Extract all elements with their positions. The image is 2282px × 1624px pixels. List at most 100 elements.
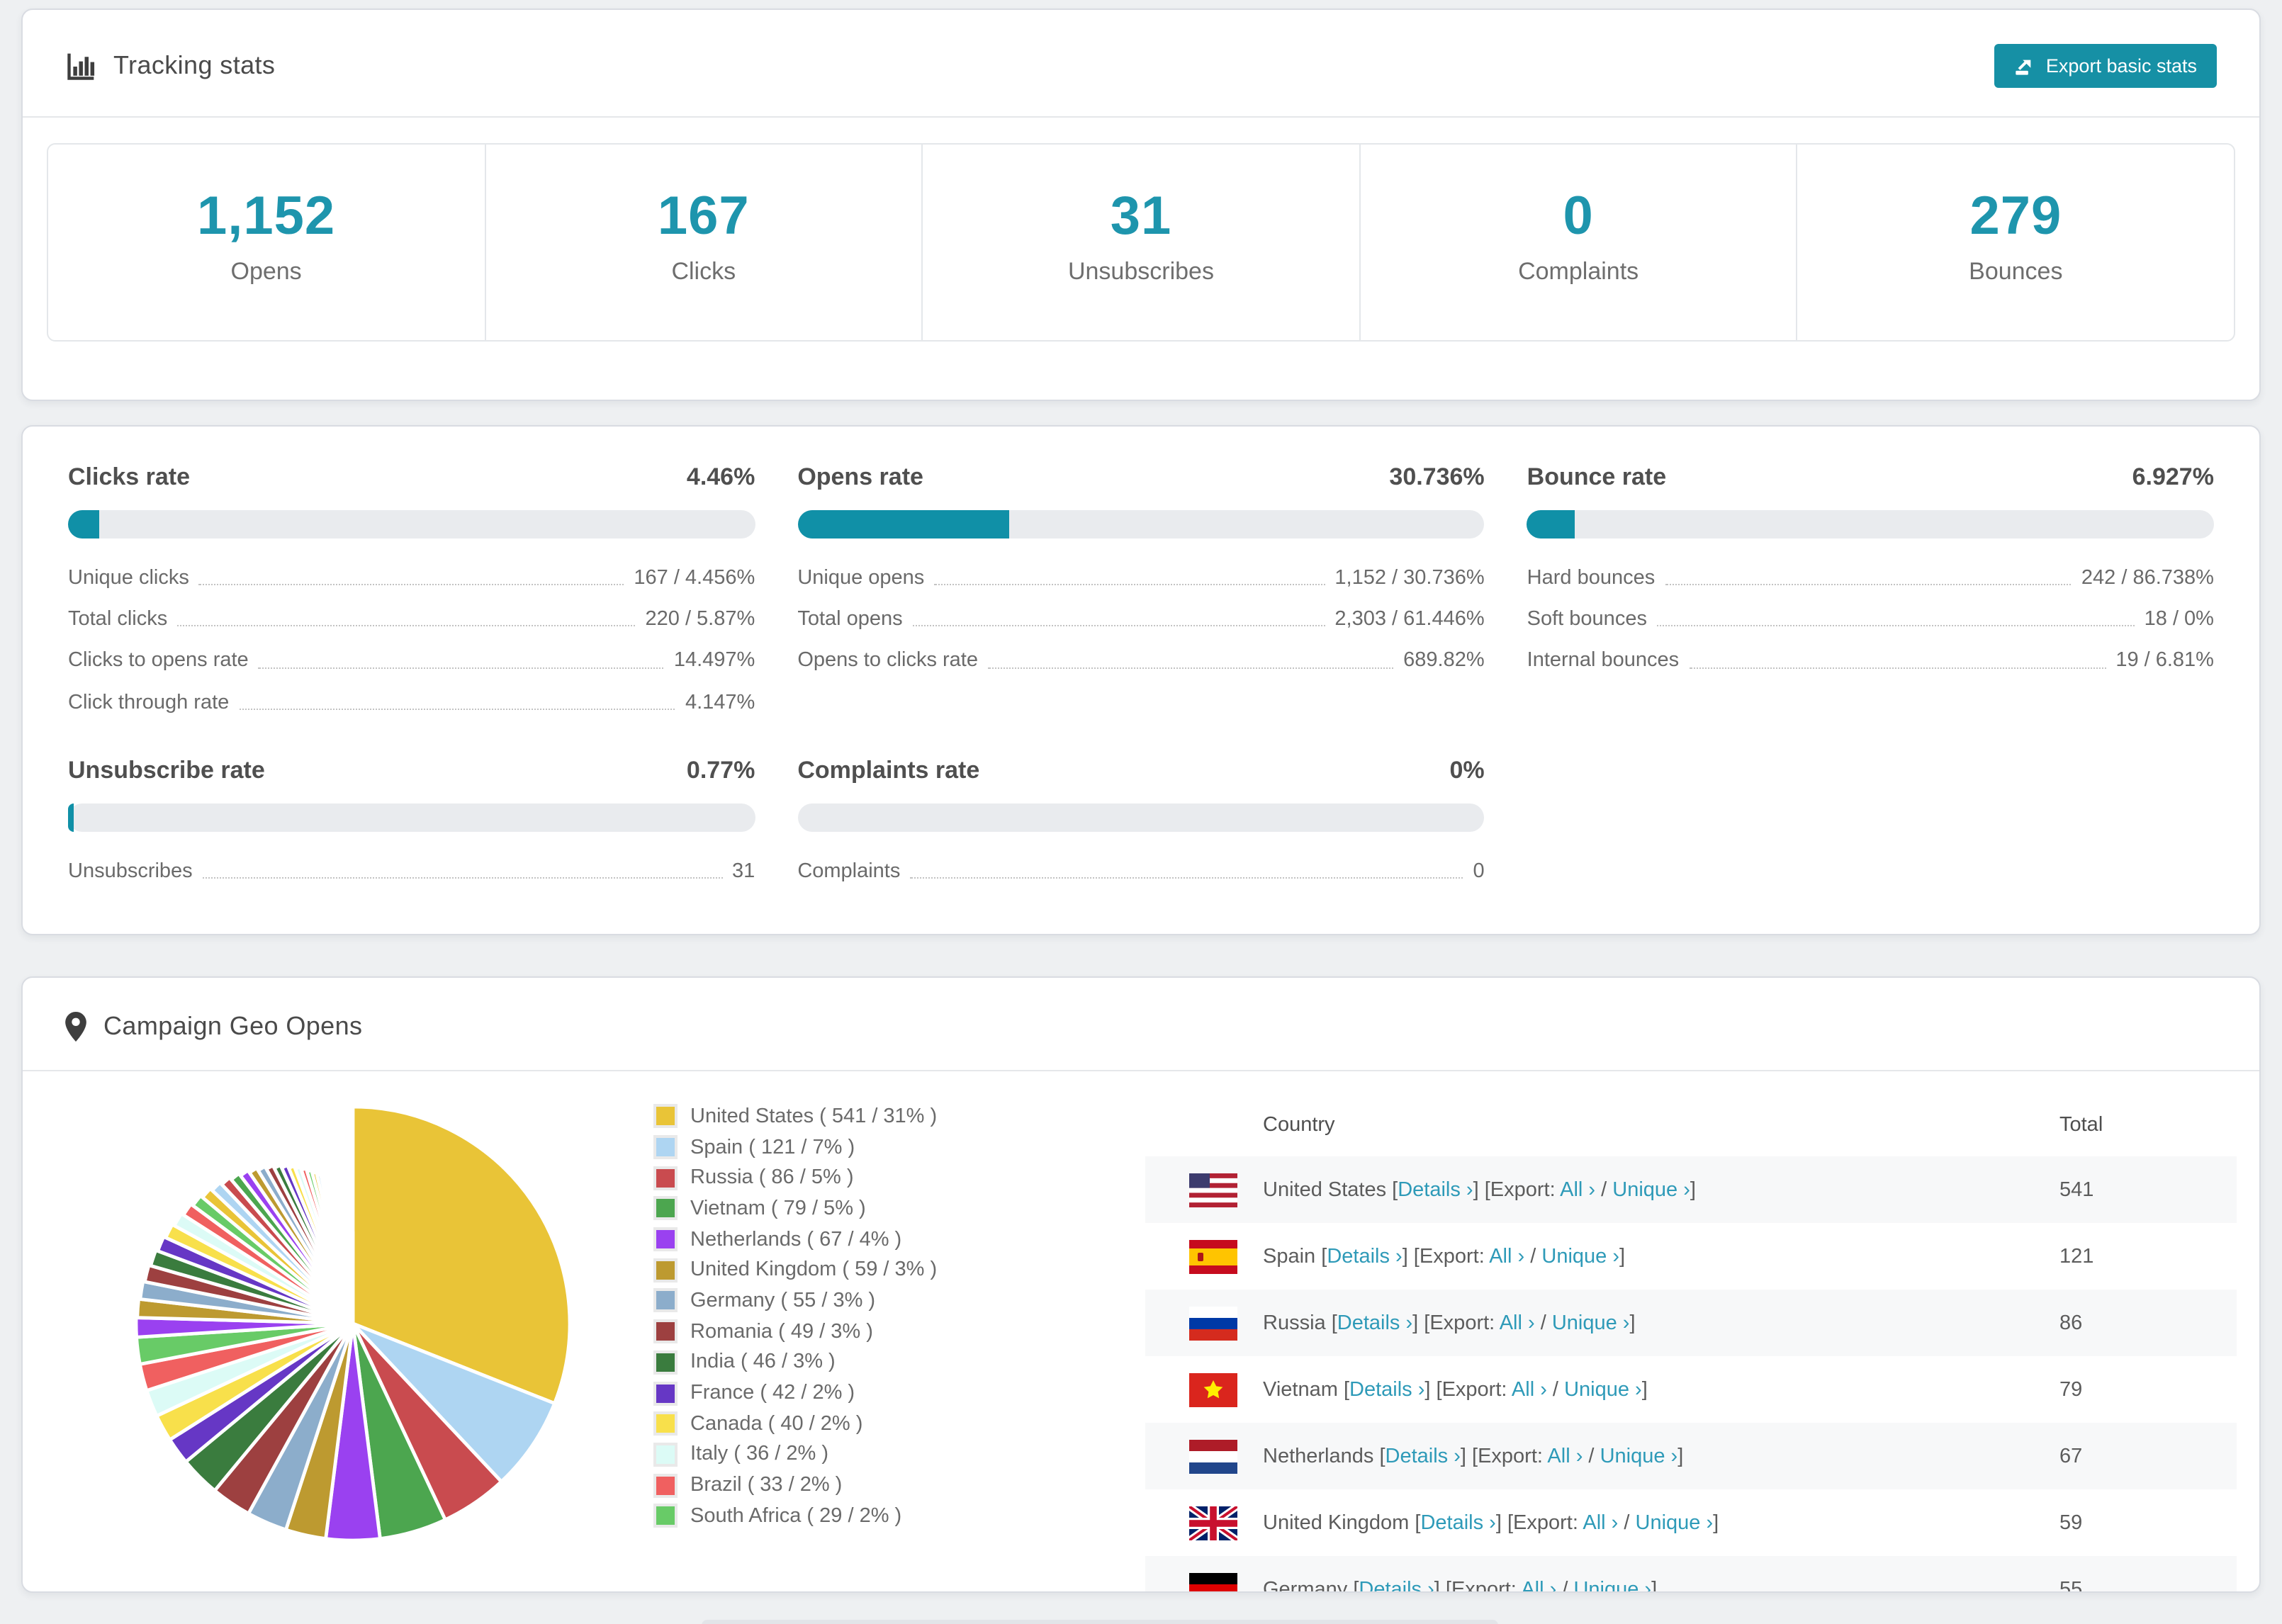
legend-item[interactable]: Netherlands ( 67 / 4% ) [656,1224,937,1255]
legend-item[interactable]: United States ( 541 / 31% ) [656,1101,937,1132]
rate-row-label: Internal bounces [1527,649,1680,672]
progress-bar-fill [797,510,1009,538]
export-all-link[interactable]: All › [1489,1245,1524,1268]
export-unique-link[interactable]: Unique › [1600,1445,1678,1467]
pie-slice[interactable] [351,1231,355,1324]
total-cell: 121 [2059,1245,2094,1268]
legend-label: France ( 42 / 2% ) [690,1382,855,1405]
bracket: ] [1641,1378,1648,1401]
export-icon [2015,56,2035,76]
export-unique-link[interactable]: Unique › [1636,1511,1714,1534]
legend-item[interactable]: United Kingdom ( 59 / 3% ) [656,1255,937,1285]
legend-label: Spain ( 121 / 7% ) [690,1136,855,1159]
dotted-leader [1665,584,2072,586]
legend-color-chip [656,1199,675,1218]
bar-chart-icon [65,50,96,81]
rate-panel-value: 4.46% [686,463,755,490]
legend-item[interactable]: Brazil ( 33 / 2% ) [656,1470,937,1501]
total-cell: 59 [2059,1511,2083,1534]
dashboard-page: Tracking stats Export basic stats 1,152 … [0,9,2282,1624]
legend-label: Russia ( 86 / 5% ) [690,1166,854,1190]
legend-color-chip [656,1445,675,1464]
export-all-link[interactable]: All › [1521,1578,1556,1591]
legend-item[interactable]: Germany ( 55 / 3% ) [656,1285,937,1316]
details-link[interactable]: Details › [1349,1378,1424,1401]
rate-row-label: Complaints [797,859,901,883]
country-name: Netherlands [1263,1445,1380,1467]
legend-item[interactable]: Italy ( 36 / 2% ) [656,1439,937,1470]
slash: / [1618,1511,1636,1534]
export-unique-link[interactable]: Unique › [1573,1578,1651,1591]
bracket: [ [1353,1578,1359,1593]
rate-row-label: Soft bounces [1527,608,1647,631]
rate-row-label: Unique opens [797,567,925,590]
bracket: ] [1629,1312,1636,1334]
bracket: ] [ [1434,1578,1451,1593]
export-unique-link[interactable]: Unique › [1541,1245,1619,1268]
rates-card: Clicks rate 4.46% Unique clicks 167 / 4.4… [21,425,2261,935]
geo-table-row: Netherlands [Details ›] [Export: All › /… [1145,1423,2237,1489]
geo-opens-card: Campaign Geo Opens United States ( 541 /… [21,976,2261,1593]
slash: / [1546,1378,1565,1401]
bracket: ] [1619,1245,1626,1268]
legend-item[interactable]: Vietnam ( 79 / 5% ) [656,1193,937,1224]
export-unique-link[interactable]: Unique › [1564,1378,1642,1401]
details-link[interactable]: Details › [1337,1312,1412,1334]
export-all-link[interactable]: All › [1560,1178,1595,1201]
details-link[interactable]: Details › [1386,1445,1461,1467]
details-link[interactable]: Details › [1398,1178,1473,1201]
export-all-link[interactable]: All › [1547,1445,1583,1467]
export-all-link[interactable]: All › [1583,1511,1618,1534]
legend-label: Canada ( 40 / 2% ) [690,1412,863,1436]
export-unique-link[interactable]: Unique › [1612,1178,1690,1201]
flag-de-icon [1189,1572,1237,1591]
legend-color-chip [656,1261,675,1280]
legend-item[interactable]: Russia ( 86 / 5% ) [656,1163,937,1193]
legend-label: Germany ( 55 / 3% ) [690,1289,876,1312]
rate-row: Hard bounces 242 / 86.738% [1527,568,2214,590]
rate-row: Complaints 0 [797,859,1485,883]
stat-value: 31 [1110,187,1172,247]
rate-panel-bounce-rate: Bounce rate 6.927% Hard bounces 242 / 86.… [1527,463,2214,692]
legend-item[interactable]: Spain ( 121 / 7% ) [656,1132,937,1162]
rate-panel-value: 30.736% [1389,463,1485,490]
details-link[interactable]: Details › [1327,1245,1402,1268]
stat-value: 167 [657,187,750,247]
legend-label: Romania ( 49 / 3% ) [690,1320,873,1343]
details-link[interactable]: Details › [1420,1511,1495,1534]
rate-row: Unique opens 1,152 / 30.736% [797,568,1484,590]
legend-item[interactable]: Romania ( 49 / 3% ) [656,1316,937,1347]
export-basic-stats-button[interactable]: Export basic stats [1994,44,2217,88]
rate-row-value: 0 [1473,859,1485,883]
rate-panel-opens-rate: Opens rate 30.736% Unique opens 1,152 / 3… [797,463,1485,692]
rate-row: Soft bounces 18 / 0% [1527,609,2214,631]
legend-item[interactable]: Canada ( 40 / 2% ) [656,1409,937,1439]
progress-bar-track [797,510,1485,538]
slash: / [1595,1178,1613,1201]
geo-table: Country Total United States [Details ›] … [1145,1094,2237,1593]
dotted-leader [202,877,723,879]
export-label: Export: [1441,1378,1512,1401]
stats-box: 1,152 Opens 167 Clicks 31 Unsubscribes 0 Co… [47,143,2235,342]
legend-item[interactable]: France ( 42 / 2% ) [656,1377,937,1408]
export-unique-link[interactable]: Unique › [1552,1312,1630,1334]
geo-table-header: Country Total [1145,1094,2237,1156]
bracket: ] [1690,1178,1696,1201]
flag-gb-icon [1187,1502,1240,1543]
rate-row-value: 1,152 / 30.736% [1334,567,1485,590]
slash: / [1524,1245,1542,1268]
export-all-link[interactable]: All › [1500,1312,1535,1334]
rate-panel-value: 0.77% [686,756,755,784]
export-all-link[interactable]: All › [1512,1378,1547,1401]
total-cell: 79 [2059,1378,2083,1401]
bracket: [ [1343,1378,1349,1401]
legend-color-chip [656,1414,675,1433]
bracket: ] [ [1402,1245,1420,1268]
details-link[interactable]: Details › [1359,1578,1434,1591]
export-label: Export: [1478,1445,1548,1467]
legend-color-chip [656,1107,675,1126]
dotted-leader [239,708,675,710]
rate-panel-title: Bounce rate [1527,463,1667,490]
legend-item[interactable]: South Africa ( 29 / 2% ) [656,1501,937,1531]
legend-item[interactable]: India ( 46 / 3% ) [656,1347,937,1377]
